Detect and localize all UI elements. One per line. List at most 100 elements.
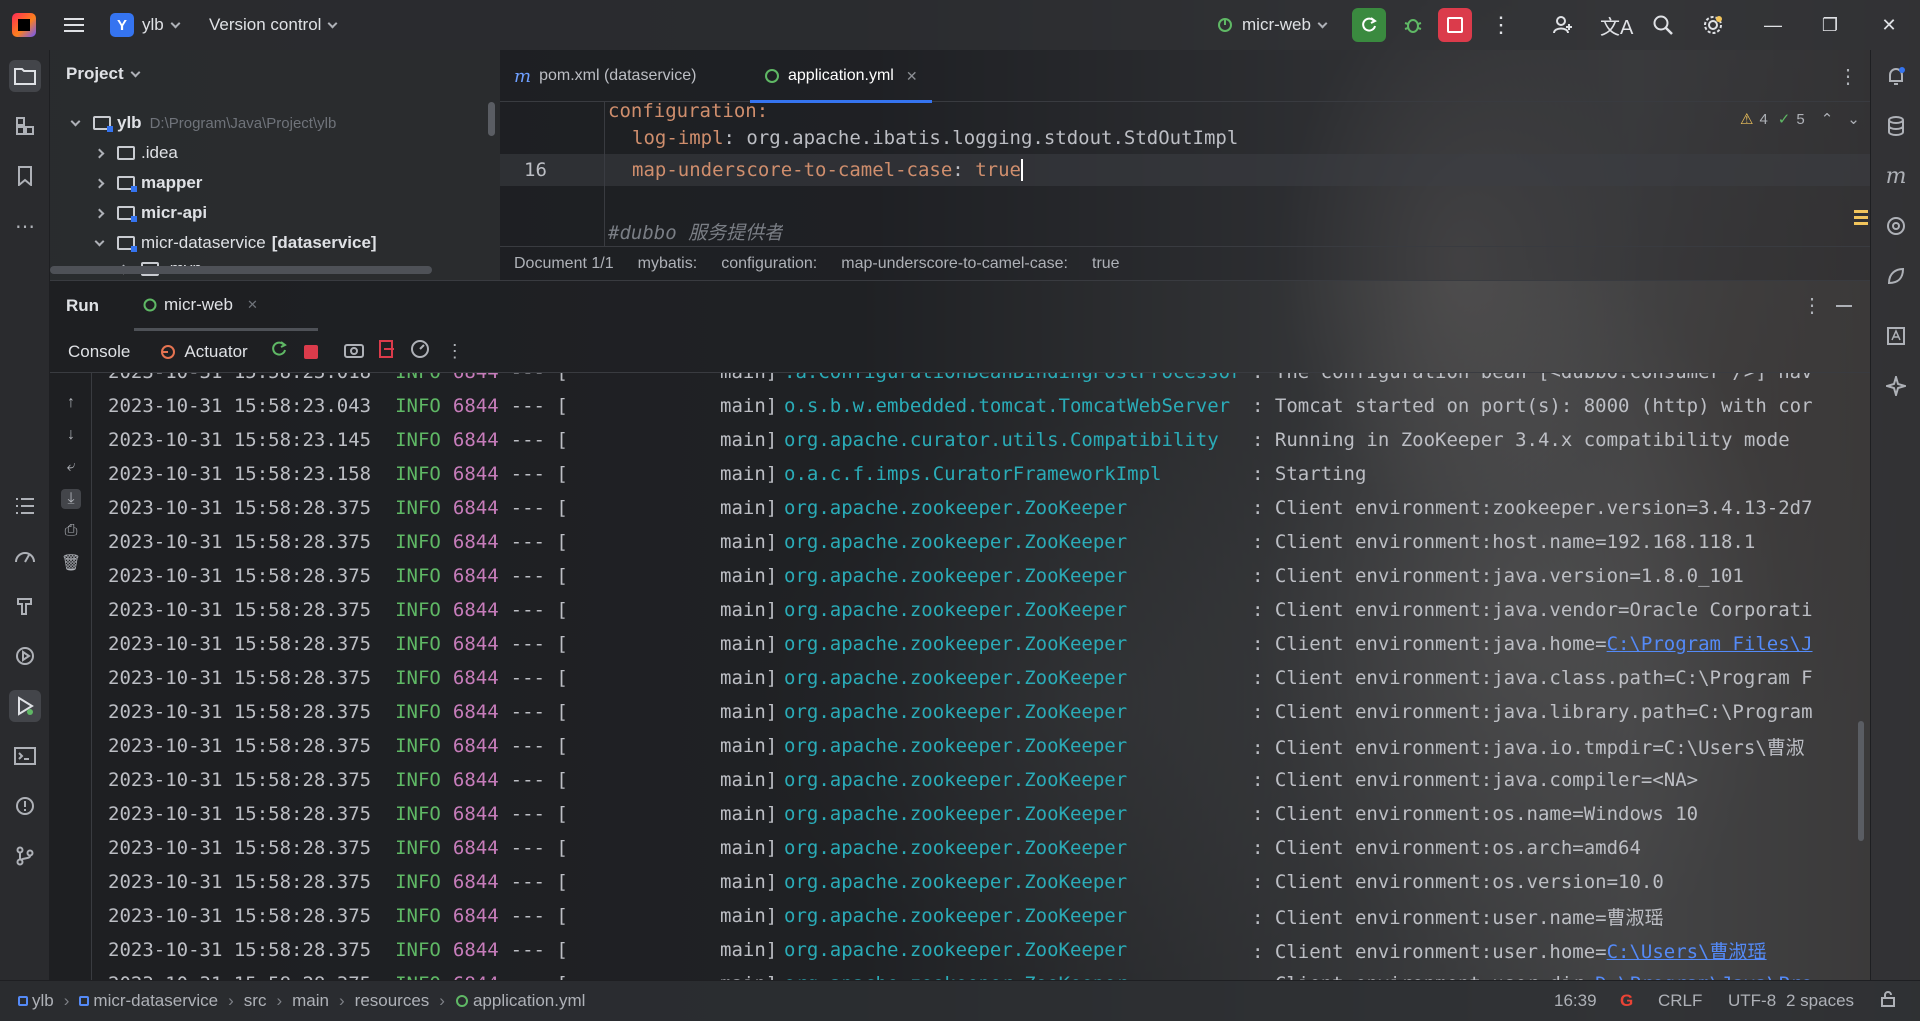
line-separator[interactable]: CRLF (1658, 991, 1702, 1011)
tree-item-mapper[interactable]: mapper (94, 169, 202, 197)
project-tool-icon[interactable] (9, 60, 41, 92)
log-level: INFO (395, 463, 441, 485)
minimize-button[interactable]: — (1750, 0, 1796, 50)
git-icon[interactable] (9, 840, 41, 872)
crumb-configuration[interactable]: configuration: (721, 255, 817, 273)
tree-item-idea[interactable]: .idea (94, 139, 178, 167)
arrow-up-icon[interactable]: ↑ (61, 393, 81, 413)
debug-button[interactable] (1396, 8, 1430, 42)
crumb-value[interactable]: true (1092, 255, 1120, 273)
soft-wrap-icon[interactable]: ⤶ (61, 457, 81, 477)
read-only-lock-icon[interactable] (1880, 990, 1896, 1012)
camera-icon[interactable] (343, 340, 364, 363)
project-horizontal-scrollbar[interactable] (50, 266, 432, 274)
log-path-link[interactable]: C:\Users\曹淑瑶 (1607, 941, 1767, 963)
tree-item-micr-api[interactable]: micr-api (94, 199, 207, 227)
services-icon[interactable] (9, 640, 41, 672)
more-icon[interactable]: ⋮ (446, 341, 464, 362)
rerun-button[interactable] (1352, 8, 1386, 42)
profiler-icon[interactable] (9, 540, 41, 572)
console-output[interactable]: 2023-10-31 15:58:23.018 INFO 6844 --- [main… (92, 373, 1912, 981)
trash-icon[interactable]: 🗑 (61, 553, 81, 573)
tab-close-icon[interactable]: ✕ (247, 297, 258, 313)
settings-gear-icon[interactable] (1702, 0, 1724, 50)
log-thread: main] (720, 837, 778, 859)
tree-item-ylb[interactable]: ylb D:\Program\Java\Project\ylb (70, 109, 336, 137)
close-window-button[interactable]: ✕ (1866, 0, 1912, 50)
tab-pom-xml[interactable]: m pom.xml (dataservice) (514, 50, 696, 102)
next-highlight-icon[interactable]: ⌄ (1847, 110, 1860, 128)
indent-setting[interactable]: 2 spaces (1786, 991, 1854, 1011)
notifications-bell-icon[interactable] (1880, 60, 1912, 92)
log-separator: --- [ (510, 871, 568, 893)
tab-close-icon[interactable]: ✕ (906, 68, 918, 85)
run-options-icon[interactable]: ⋮ (1802, 293, 1822, 318)
chevron-right-icon: › (63, 991, 70, 1010)
maven-icon[interactable]: m (1880, 160, 1912, 192)
project-panel-header[interactable]: Project (66, 64, 141, 84)
restore-button[interactable]: ❐ (1807, 0, 1853, 50)
crumb-document[interactable]: Document 1/1 (514, 255, 614, 273)
run-config-tab[interactable]: micr-web ✕ (134, 281, 318, 331)
more-tools-icon[interactable]: ⋯ (9, 210, 41, 242)
database-icon[interactable] (1880, 110, 1912, 142)
stop-button[interactable] (1438, 8, 1472, 42)
build-hammer-icon[interactable] (9, 590, 41, 622)
problems-icon[interactable] (9, 790, 41, 822)
code-line[interactable]: map-underscore-to-camel-case: true (632, 154, 1023, 186)
crumb-mybatis[interactable]: mybatis: (638, 255, 698, 273)
print-icon[interactable]: ⎙ (61, 521, 81, 541)
tree-item-micr-dataservice[interactable]: micr-dataservice [dataservice] (94, 229, 377, 257)
exit-icon[interactable] (378, 339, 396, 364)
main-menu-icon[interactable] (62, 0, 86, 50)
console-scrollbar[interactable] (1858, 721, 1864, 841)
more-actions-icon[interactable]: ⋮ (1490, 0, 1512, 50)
translate-icon[interactable]: 文A (1600, 0, 1633, 50)
crumb-src[interactable]: src (244, 991, 267, 1011)
log-logger: .a.ConfigurationBeanBindingPostProcessor (784, 373, 1242, 383)
todo-list-icon[interactable] (9, 490, 41, 522)
endpoints-icon[interactable] (1880, 210, 1912, 242)
translation-icon[interactable] (1880, 320, 1912, 352)
file-encoding[interactable]: UTF-8 (1728, 991, 1776, 1011)
crumb-module[interactable]: micr-dataservice (93, 991, 218, 1011)
project-panel: Project ylb D:\Program\Java\Project\ylb … (50, 50, 500, 280)
log-path-link[interactable]: C:\Program Files\J (1607, 633, 1813, 655)
run-tool-icon[interactable] (9, 690, 41, 722)
crumb-file[interactable]: application.yml (473, 991, 585, 1011)
bookmarks-icon[interactable] (9, 160, 41, 192)
tab-application-yml[interactable]: application.yml ✕ (750, 50, 932, 103)
crumb-resources[interactable]: resources (355, 991, 430, 1011)
structure-tool-icon[interactable] (9, 110, 41, 142)
crumb-ylb[interactable]: ylb (32, 991, 54, 1011)
project-switcher[interactable]: ylb (142, 0, 181, 50)
project-vertical-scrollbar[interactable] (488, 102, 495, 136)
layout-icon[interactable] (410, 339, 430, 364)
stop-icon[interactable] (303, 344, 318, 359)
editor-tabs-more-icon[interactable]: ⋮ (1838, 64, 1858, 89)
code-line[interactable]: log-impl: org.apache.ibatis.logging.stdo… (632, 122, 1238, 154)
terminal-icon[interactable] (9, 740, 41, 772)
tab-console[interactable]: Console (68, 342, 130, 362)
arrow-down-icon[interactable]: ↓ (61, 425, 81, 445)
log-pid: 6844 (453, 373, 499, 383)
crumb-key[interactable]: map-underscore-to-camel-case: (841, 255, 1068, 273)
tab-actuator[interactable]: Actuator (160, 342, 248, 362)
log-thread: main] (720, 871, 778, 893)
caret-position[interactable]: 16:39 (1554, 991, 1597, 1011)
vcs-menu[interactable]: Version control (209, 0, 338, 50)
code-with-me-icon[interactable] (1552, 0, 1574, 50)
code-line[interactable]: #dubbo 服务提供者 (608, 218, 783, 246)
code-line[interactable]: configuration: (608, 102, 768, 122)
hide-panel-icon[interactable] (1836, 305, 1852, 307)
search-icon[interactable] (1652, 0, 1674, 50)
inspection-widget[interactable]: ⚠ 4 ✓ 5 ⌃ ⌄ (1740, 110, 1860, 129)
scroll-to-end-icon[interactable]: ⤓ (61, 489, 81, 509)
crumb-main[interactable]: main (292, 991, 329, 1011)
google-icon[interactable]: G (1620, 991, 1633, 1011)
rerun-icon[interactable] (270, 340, 288, 363)
log-timestamp: 2023-10-31 15:58:28.375 (108, 769, 372, 791)
prev-highlight-icon[interactable]: ⌃ (1821, 110, 1834, 128)
spring-icon[interactable] (1880, 260, 1912, 292)
run-config-selector[interactable]: micr-web (1216, 0, 1328, 50)
